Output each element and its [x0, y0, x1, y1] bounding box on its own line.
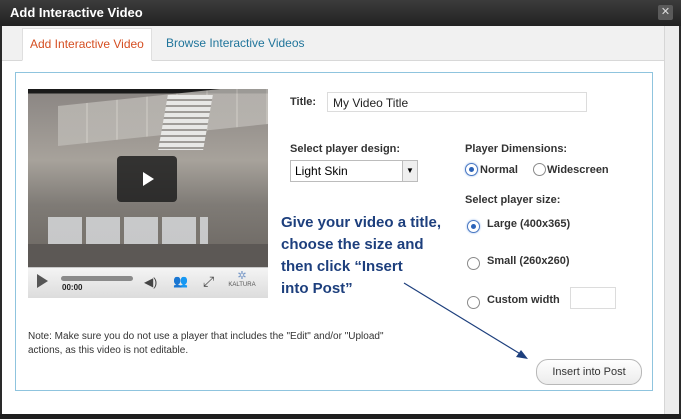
editability-note: Note: Make sure you do not use a player … — [28, 330, 428, 358]
tab-add-interactive-video[interactable]: Add Interactive Video — [22, 28, 152, 61]
dialog-body: Add Interactive Video Browse Interactive… — [2, 26, 679, 418]
window-titlebar: Add Interactive Video ✕ — [0, 0, 681, 26]
note-line-2: actions, as this video is not editable. — [28, 345, 189, 356]
tab-bar: Add Interactive Video Browse Interactive… — [2, 26, 665, 61]
window-title: Add Interactive Video — [10, 5, 143, 20]
add-video-panel: 00:00 ◀) 👥 ⤢ ✲ KALTURA Title: My Video T… — [15, 72, 653, 391]
tab-browse-interactive-videos[interactable]: Browse Interactive Videos — [159, 28, 312, 59]
note-line-1: Note: Make sure you do not use a player … — [28, 331, 384, 342]
window-bottom-edge — [0, 414, 681, 419]
close-icon[interactable]: ✕ — [658, 5, 673, 20]
insert-into-post-button[interactable]: Insert into Post — [536, 359, 642, 385]
scrollbar[interactable] — [664, 26, 679, 418]
